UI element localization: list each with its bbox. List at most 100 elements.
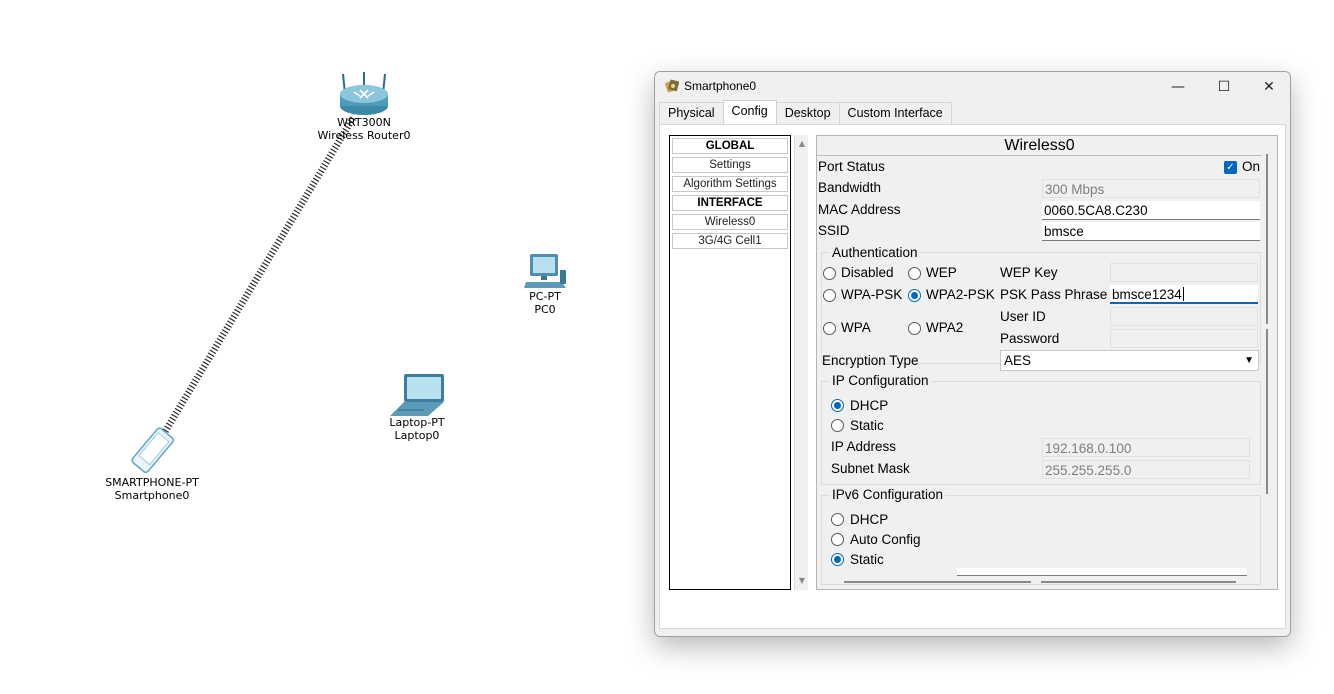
auth-wpa2-psk-radio[interactable] [908, 289, 921, 302]
minimize-button[interactable]: — [1155, 72, 1201, 102]
ip-static-label: Static [850, 418, 884, 433]
auth-wpa-psk-label: WPA-PSK [841, 287, 903, 302]
auth-wep-label: WEP [926, 265, 957, 280]
auth-wpa2-label: WPA2 [926, 320, 964, 335]
tab-desktop[interactable]: Desktop [775, 102, 840, 124]
auth-wpa-label: WPA [841, 320, 871, 335]
ip-address-field: 192.168.0.100 [1042, 438, 1250, 457]
pc-device[interactable]: PC-PT PC0 [514, 252, 576, 316]
laptop-model-label: Laptop-PT [389, 416, 445, 429]
router-model-label: WRT300N [337, 116, 391, 129]
port-status-on-label: On [1242, 159, 1261, 174]
scroll-thumb[interactable] [1266, 329, 1268, 494]
nav-global-header[interactable]: GLOBAL [672, 138, 788, 154]
ipv6-dhcp-label: DHCP [850, 512, 889, 527]
window-titlebar[interactable]: Smartphone0 — ☐ ✕ [655, 72, 1290, 102]
panel-vertical-scrollbar[interactable] [1266, 154, 1270, 494]
router-name-label: Wireless Router0 [317, 129, 411, 142]
wep-key-label: WEP Key [1000, 265, 1058, 280]
password-field [1110, 329, 1258, 348]
ipv6-auto-config-radio[interactable] [831, 533, 844, 546]
laptop-device[interactable]: Laptop-PT Laptop0 [384, 372, 450, 442]
smartphone-icon [131, 427, 175, 474]
auth-disabled-label: Disabled [841, 265, 894, 280]
nav-scrollbar[interactable]: ▲ ▼ [794, 135, 808, 590]
auth-wpa-radio[interactable] [823, 322, 836, 335]
pc-name-label: PC0 [534, 303, 556, 316]
ipv6-auto-config-label: Auto Config [850, 532, 921, 547]
mac-address-field[interactable]: 0060.5CA8.C230 [1042, 201, 1260, 220]
text-cursor [1182, 287, 1184, 301]
ipv6-static-radio[interactable] [831, 553, 844, 566]
auth-wpa-psk-radio[interactable] [823, 289, 836, 302]
nav-interface-header[interactable]: INTERFACE [672, 195, 788, 211]
ip-dhcp-radio[interactable] [831, 399, 844, 412]
user-id-label: User ID [1000, 309, 1046, 324]
wireless-router-device[interactable]: WRT300N Wireless Router0 [312, 72, 416, 142]
nav-item-wireless0[interactable]: Wireless0 [672, 214, 788, 230]
config-tab-body: GLOBAL Settings Algorithm Settings INTER… [659, 124, 1286, 629]
smartphone-model-label: SMARTPHONE-PT [105, 476, 199, 489]
pc-icon [524, 254, 566, 288]
panel-title: Wireless0 [817, 136, 1262, 156]
tab-custom-interface[interactable]: Custom Interface [838, 102, 952, 124]
nav-item-3g4g-cell1[interactable]: 3G/4G Cell1 [672, 233, 788, 249]
ip-address-label: IP Address [831, 439, 897, 454]
auth-wpa2-psk-label: WPA2-PSK [926, 287, 995, 302]
close-button[interactable]: ✕ [1246, 72, 1290, 102]
config-nav-list: GLOBAL Settings Algorithm Settings INTER… [669, 135, 791, 590]
router-icon [340, 72, 388, 115]
auth-wep-radio[interactable] [908, 267, 921, 280]
auth-wpa2-radio[interactable] [908, 322, 921, 335]
scroll-up-icon[interactable]: ▲ [795, 137, 809, 151]
encryption-type-label: Encryption Type [822, 353, 919, 368]
ip-configuration-group-title: IP Configuration [830, 373, 931, 388]
smartphone-name-label: Smartphone0 [114, 489, 190, 502]
horizontal-scroll-thumb[interactable] [1041, 581, 1236, 583]
laptop-name-label: Laptop0 [394, 429, 440, 442]
pc-model-label: PC-PT [529, 290, 561, 303]
ip-dhcp-label: DHCP [850, 398, 889, 413]
psk-pass-phrase-value: bmsce1234 [1112, 287, 1182, 302]
psk-pass-phrase-label: PSK Pass Phrase [1000, 287, 1108, 302]
scroll-down-icon[interactable]: ▼ [795, 574, 809, 588]
smartphone-device[interactable]: SMARTPHONE-PT Smartphone0 [96, 426, 208, 502]
dropdown-arrow-icon: ▼ [1244, 355, 1254, 366]
horizontal-scroll-thumb[interactable] [844, 581, 1031, 583]
ipv6-static-label: Static [850, 552, 884, 567]
auth-disabled-radio[interactable] [823, 267, 836, 280]
ipv6-dhcp-radio[interactable] [831, 513, 844, 526]
wep-key-field [1110, 263, 1258, 282]
user-id-field [1110, 307, 1258, 326]
ssid-field[interactable]: bmsce [1042, 222, 1260, 241]
window-title: Smartphone0 [684, 79, 757, 93]
tab-physical[interactable]: Physical [659, 102, 724, 124]
port-status-checkbox[interactable]: ✓ [1224, 161, 1237, 174]
port-status-label: Port Status [818, 159, 885, 174]
nav-item-algorithm-settings[interactable]: Algorithm Settings [672, 176, 788, 192]
bandwidth-field: 300 Mbps [1042, 179, 1260, 198]
wireless0-config-panel: Wireless0 Port Status ✓ On Bandwidth 300… [816, 135, 1278, 590]
encryption-type-value: AES [1004, 353, 1032, 368]
ip-static-radio[interactable] [831, 419, 844, 432]
packet-tracer-app-icon [664, 79, 680, 93]
workspace-canvas[interactable]: WRT300N Wireless Router0 PC-PT PC0 Lapto… [0, 0, 1334, 694]
tab-config[interactable]: Config [722, 100, 777, 124]
subnet-mask-label: Subnet Mask [831, 461, 910, 476]
mac-address-label: MAC Address [818, 202, 901, 217]
ipv6-address-field[interactable] [957, 568, 1247, 576]
subnet-mask-field: 255.255.255.0 [1042, 460, 1250, 479]
psk-pass-phrase-field[interactable]: bmsce1234 [1110, 285, 1258, 304]
device-config-window: Smartphone0 — ☐ ✕ Physical Config Deskto… [654, 71, 1291, 637]
ipv6-configuration-group-title: IPv6 Configuration [830, 487, 946, 502]
maximize-button[interactable]: ☐ [1201, 72, 1247, 102]
device-tabs: Physical Config Desktop Custom Interface [659, 100, 952, 124]
nav-item-settings[interactable]: Settings [672, 157, 788, 173]
bandwidth-label: Bandwidth [818, 180, 882, 195]
authentication-group-title: Authentication [830, 245, 920, 260]
scroll-thumb[interactable] [1266, 154, 1268, 324]
encryption-type-select[interactable]: AES ▼ [1000, 350, 1259, 371]
ssid-label: SSID [818, 223, 850, 238]
password-label: Password [1000, 331, 1060, 346]
laptop-icon [390, 374, 444, 416]
